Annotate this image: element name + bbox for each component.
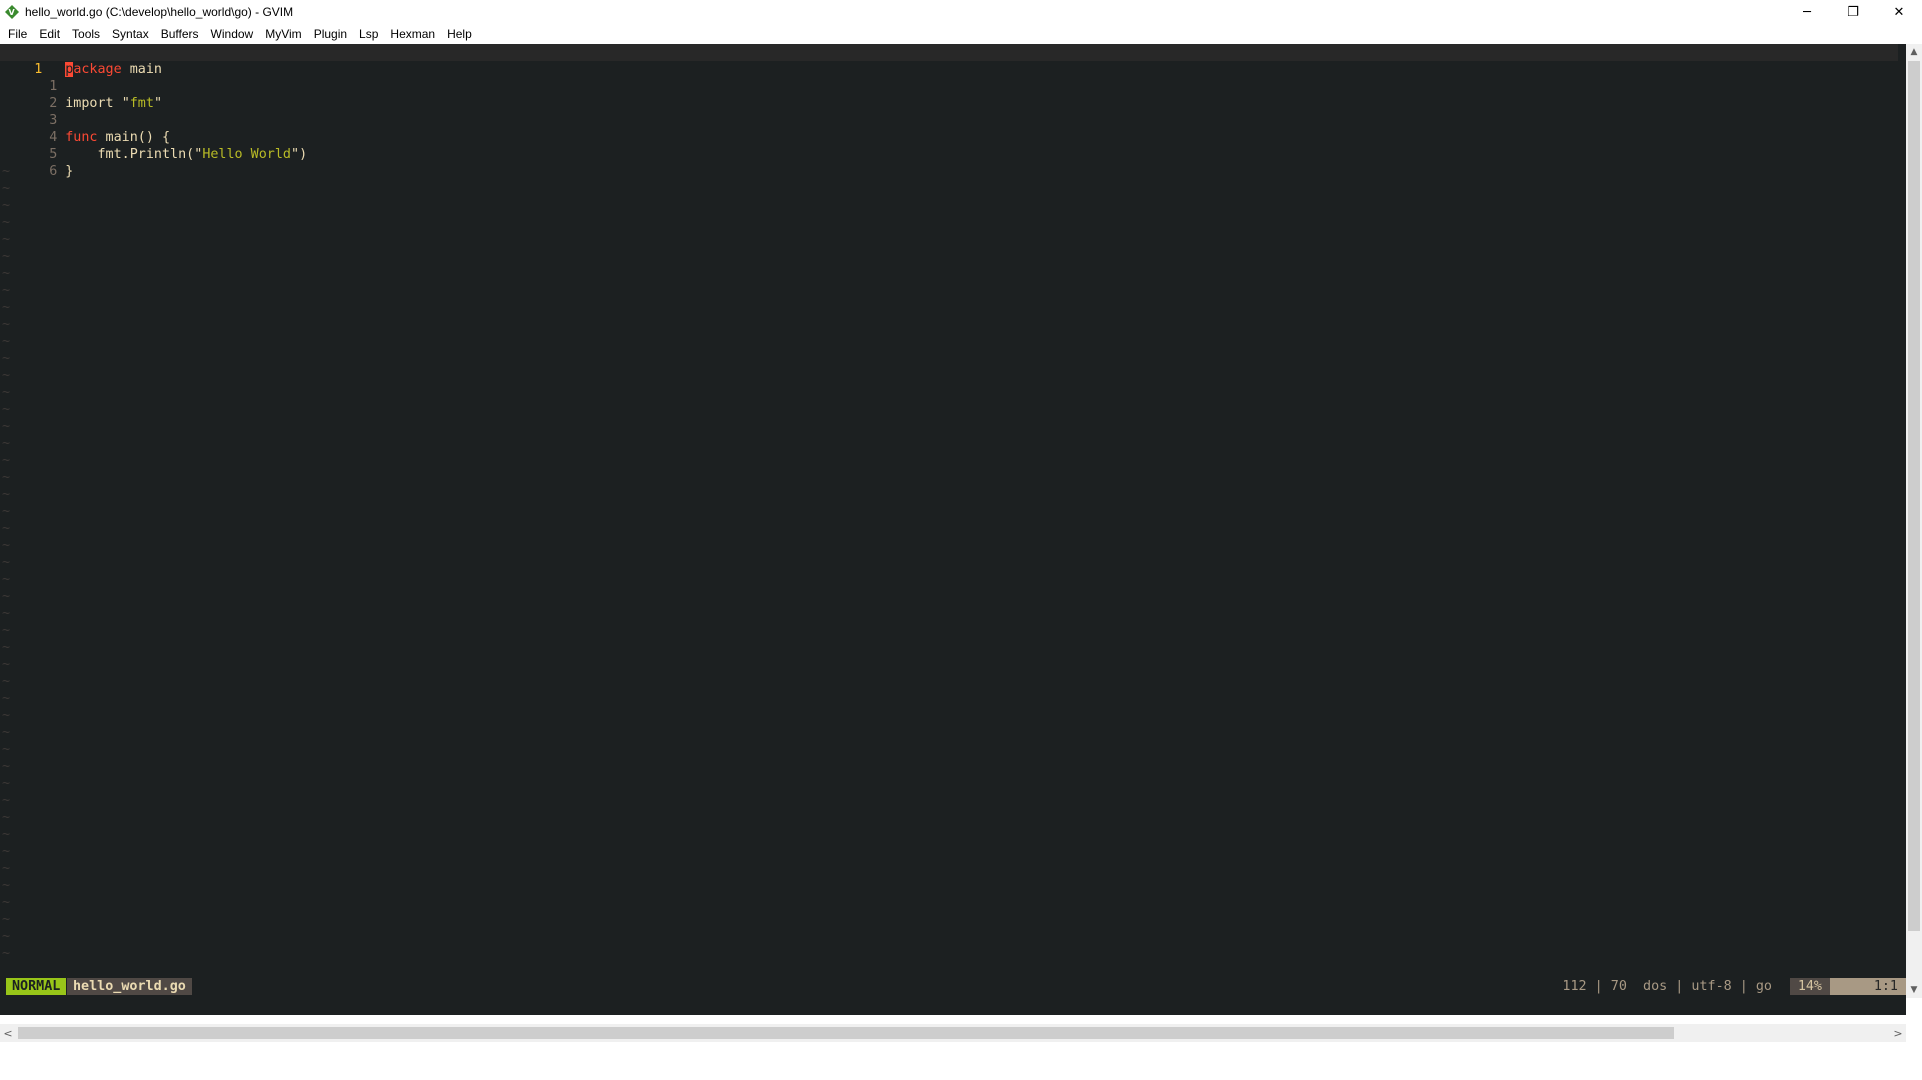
tilde-marker: ~	[2, 436, 11, 451]
tilde-marker: ~	[2, 266, 11, 281]
menu-lsp[interactable]: Lsp	[353, 24, 384, 44]
code-line[interactable]: 3	[0, 95, 1898, 128]
tilde-marker: ~	[2, 946, 11, 961]
tilde-marker: ~	[2, 385, 11, 400]
tilde-marker: ~	[2, 504, 11, 519]
code-line[interactable]: 2 import "fmt"	[0, 78, 1898, 111]
tilde-marker: ~	[2, 181, 11, 196]
menu-syntax[interactable]: Syntax	[106, 24, 155, 44]
mode-indicator: NORMAL	[6, 978, 67, 995]
tilde-marker: ~	[2, 232, 11, 247]
tilde-marker: ~	[2, 215, 11, 230]
title-bar: V hello_world.go (C:\develop\hello_world…	[0, 0, 1922, 24]
menu-buffers[interactable]: Buffers	[155, 24, 205, 44]
menu-help[interactable]: Help	[441, 24, 478, 44]
tilde-marker: ~	[2, 708, 11, 723]
menu-tools[interactable]: Tools	[66, 24, 106, 44]
tilde-marker: ~	[2, 827, 11, 842]
tilde-marker: ~	[2, 895, 11, 910]
menu-edit[interactable]: Edit	[33, 24, 66, 44]
cursor-position: 1:1	[1830, 978, 1906, 995]
vertical-scroll-thumb[interactable]	[1908, 61, 1920, 931]
tilde-marker: ~	[2, 198, 11, 213]
tilde-marker: ~	[2, 725, 11, 740]
scroll-right-icon[interactable]: >	[1890, 1024, 1906, 1042]
command-line[interactable]	[0, 995, 1906, 1015]
menu-hexman[interactable]: Hexman	[384, 24, 441, 44]
gvim-icon[interactable]: V	[4, 4, 20, 20]
tilde-marker: ~	[2, 691, 11, 706]
tilde-marker: ~	[2, 640, 11, 655]
tilde-marker: ~	[2, 878, 11, 893]
horizontal-scrollbar[interactable]: < >	[0, 1024, 1906, 1042]
code-line[interactable]: 4 func main() {	[0, 112, 1898, 145]
tilde-marker: ~	[2, 759, 11, 774]
minimize-button[interactable]: ─	[1784, 0, 1830, 24]
restore-button[interactable]: ❐	[1830, 0, 1876, 24]
status-filename: hello_world.go	[67, 978, 192, 995]
tilde-marker: ~	[2, 402, 11, 417]
tilde-marker: ~	[2, 810, 11, 825]
tilde-marker: ~	[2, 487, 11, 502]
status-line: NORMAL hello_world.go 112 | 70 dos | utf…	[0, 978, 1906, 995]
tilde-marker: ~	[2, 861, 11, 876]
menu-plugin[interactable]: Plugin	[308, 24, 353, 44]
tilde-marker: ~	[2, 657, 11, 672]
tilde-marker: ~	[2, 521, 11, 536]
tilde-marker: ~	[2, 742, 11, 757]
tilde-marker: ~	[2, 844, 11, 859]
tilde-marker: ~	[2, 300, 11, 315]
menu-myvim[interactable]: MyVim	[259, 24, 307, 44]
close-button[interactable]: ✕	[1876, 0, 1922, 24]
tilde-marker: ~	[2, 606, 11, 621]
tilde-marker: ~	[2, 351, 11, 366]
tilde-marker: ~	[2, 912, 11, 927]
tilde-marker: ~	[2, 368, 11, 383]
horizontal-scroll-thumb[interactable]	[18, 1027, 1674, 1039]
tilde-marker: ~	[2, 453, 11, 468]
editor-area[interactable]: 1 package main 1 2 import "fmt" 3 4 func ma…	[0, 44, 1906, 978]
code-line[interactable]: 1	[0, 61, 1898, 94]
tilde-marker: ~	[2, 929, 11, 944]
tilde-marker: ~	[2, 623, 11, 638]
tilde-marker: ~	[2, 793, 11, 808]
tilde-marker: ~	[2, 589, 11, 604]
code-text: }	[65, 164, 74, 179]
svg-text:V: V	[9, 8, 16, 17]
tilde-marker: ~	[2, 470, 11, 485]
code-line[interactable]: 6}	[0, 146, 1898, 179]
scroll-down-icon[interactable]: ▼	[1906, 982, 1922, 998]
tilde-marker: ~	[2, 317, 11, 332]
code-line[interactable]: 5 fmt.Println("Hello World")	[0, 129, 1898, 162]
tilde-marker: ~	[2, 164, 11, 179]
tilde-marker: ~	[2, 249, 11, 264]
tilde-marker: ~	[2, 776, 11, 791]
tilde-marker: ~	[2, 283, 11, 298]
tilde-marker: ~	[2, 334, 11, 349]
tilde-marker: ~	[2, 419, 11, 434]
scroll-up-icon[interactable]: ▲	[1906, 44, 1922, 60]
tilde-marker: ~	[2, 572, 11, 587]
tilde-marker: ~	[2, 538, 11, 553]
scroll-left-icon[interactable]: <	[0, 1024, 16, 1042]
window-title: hello_world.go (C:\develop\hello_world\g…	[25, 5, 294, 19]
line-number: 6	[49, 164, 58, 179]
file-info: 112 | 70 dos | utf-8 | go	[1562, 979, 1772, 994]
tilde-marker: ~	[2, 555, 11, 570]
tilde-marker: ~	[2, 674, 11, 689]
menu-window[interactable]: Window	[205, 24, 260, 44]
vertical-scrollbar[interactable]: ▲ ▼	[1906, 44, 1922, 998]
menu-file[interactable]: File	[2, 24, 33, 44]
scroll-percent: 14%	[1789, 978, 1830, 995]
menu-bar: File Edit Tools Syntax Buffers Window My…	[0, 24, 1922, 44]
code-line[interactable]: 1 package main	[0, 44, 1898, 77]
